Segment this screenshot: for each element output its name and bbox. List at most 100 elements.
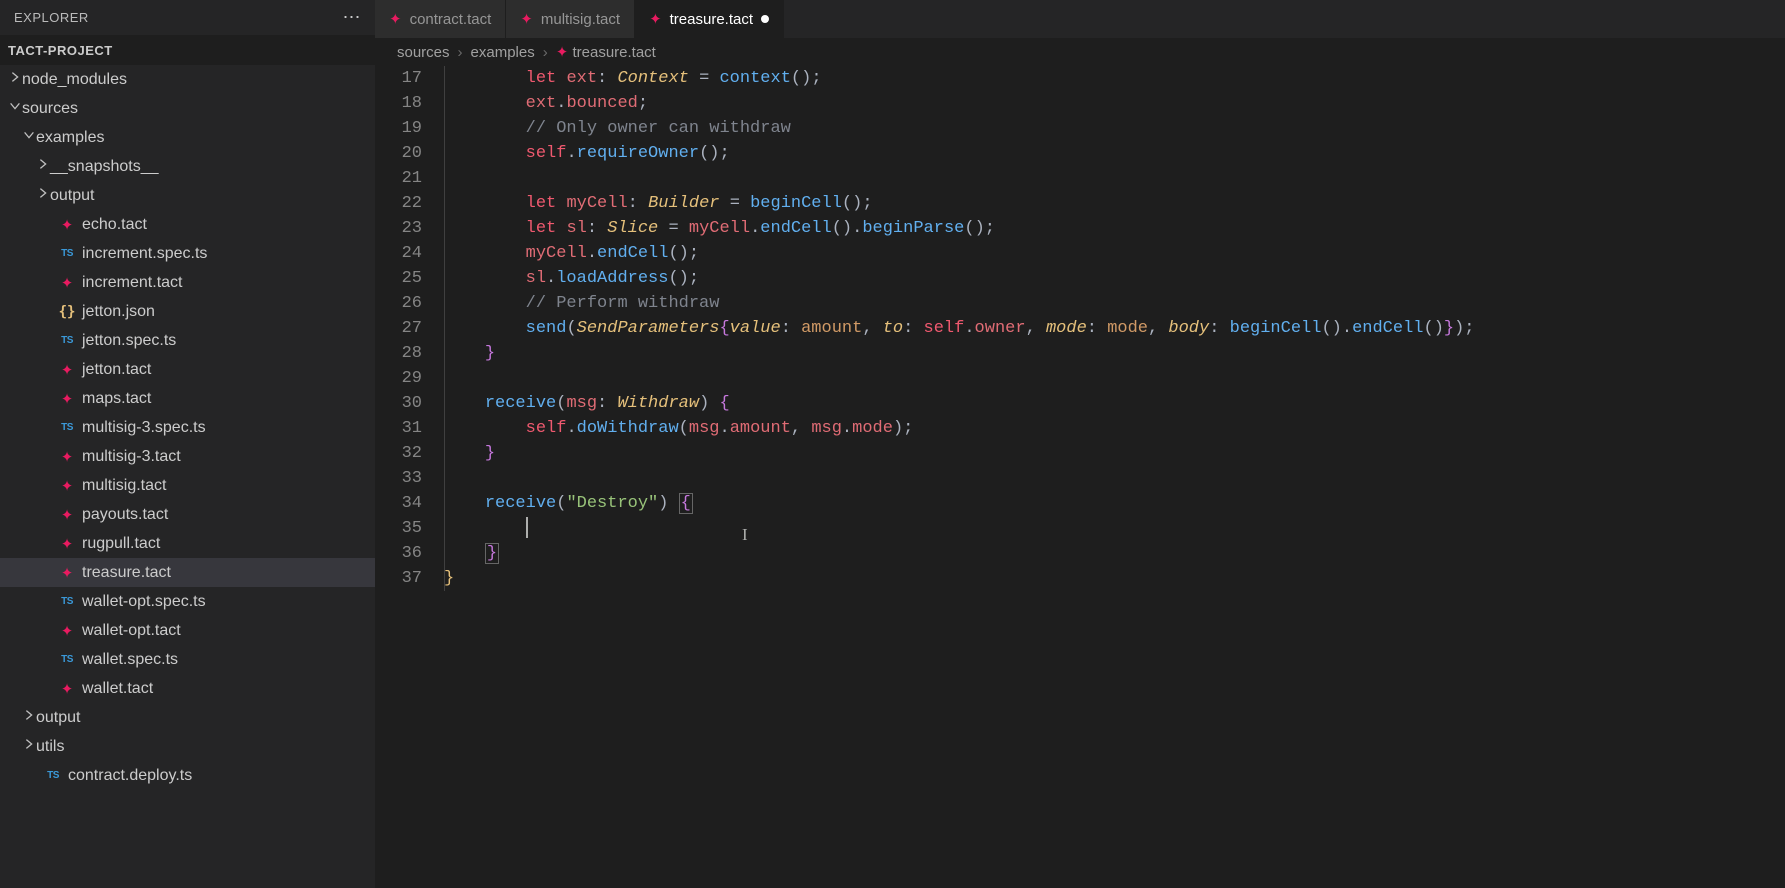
code-line[interactable]: let sl: Slice = myCell.endCell().beginPa… (444, 216, 1785, 241)
code-line[interactable] (444, 166, 1785, 191)
tree-item-label: output (36, 709, 80, 727)
breadcrumbs[interactable]: sources›examples›✦ treasure.tact (375, 38, 1785, 66)
line-number: 28 (375, 341, 422, 366)
chevron-right-icon (8, 70, 22, 89)
tree-file[interactable]: ✦wallet-opt.tact (0, 616, 375, 645)
editor-body[interactable]: 1718192021222324252627282930313233343536… (375, 66, 1785, 888)
tree-folder[interactable]: examples (0, 123, 375, 152)
typescript-file-icon: TS (61, 422, 73, 433)
editor-tab[interactable]: ✦treasure.tact (635, 0, 784, 38)
tree-item-label: multisig-3.tact (82, 448, 181, 466)
code-line[interactable]: receive(msg: Withdraw) { (444, 391, 1785, 416)
tab-label: contract.tact (410, 11, 492, 28)
line-number: 25 (375, 266, 422, 291)
tact-file-icon: ✦ (61, 680, 74, 698)
explorer-more-actions-icon[interactable]: ⋯ (343, 7, 362, 28)
tree-file[interactable]: TS jetton.spec.ts (0, 326, 375, 355)
tree-file[interactable]: ✦jetton.tact (0, 355, 375, 384)
tree-file[interactable]: TSmultisig-3.spec.ts (0, 413, 375, 442)
tree-item-label: increment.tact (82, 274, 182, 292)
tree-file[interactable]: TSincrement.spec.ts (0, 239, 375, 268)
line-number: 21 (375, 166, 422, 191)
code-line[interactable]: // Only owner can withdraw (444, 116, 1785, 141)
tact-file-icon: ✦ (61, 622, 74, 640)
line-number: 26 (375, 291, 422, 316)
tree-file[interactable]: ✦rugpull.tact (0, 529, 375, 558)
tree-folder[interactable]: sources (0, 94, 375, 123)
editor-area: ✦contract.tact✦multisig.tact✦treasure.ta… (375, 0, 1785, 888)
explorer-title: EXPLORER (14, 10, 89, 25)
code-line[interactable]: ext.bounced; (444, 91, 1785, 116)
tree-item-label: jetton.spec.ts (82, 332, 176, 350)
typescript-file-icon: TS (61, 248, 73, 259)
tact-file-icon: ✦ (61, 564, 74, 582)
tree-file[interactable]: ✦increment.tact (0, 268, 375, 297)
breadcrumb-item[interactable]: ✦ treasure.tact (556, 43, 656, 61)
tree-folder[interactable]: __snapshots__ (0, 152, 375, 181)
chevron-right-icon (36, 186, 50, 205)
tree-item-label: jetton.tact (82, 361, 151, 379)
tree-item-label: echo.tact (82, 216, 147, 234)
code-line[interactable]: } (444, 341, 1785, 366)
file-tree: node_modulessources examples __snapshots__… (0, 65, 375, 888)
tree-file[interactable]: TSwallet-opt.spec.ts (0, 587, 375, 616)
code-line[interactable]: receive("Destroy") { (444, 491, 1785, 516)
code-line[interactable]: // Perform withdraw (444, 291, 1785, 316)
tact-file-icon: ✦ (61, 390, 74, 408)
tree-file[interactable]: ✦wallet.tact (0, 674, 375, 703)
code-line[interactable]: self.doWithdraw(msg.amount, msg.mode); (444, 416, 1785, 441)
code-line[interactable]: } (444, 566, 1785, 591)
code-line[interactable]: } (444, 541, 1785, 566)
tree-file[interactable]: TScontract.deploy.ts (0, 761, 375, 790)
editor-tab[interactable]: ✦multisig.tact (506, 0, 635, 38)
tree-item-label: treasure.tact (82, 564, 171, 582)
breadcrumb-item[interactable]: examples (471, 44, 535, 61)
tree-file[interactable]: ✦maps.tact (0, 384, 375, 413)
tree-file[interactable]: TS wallet.spec.ts (0, 645, 375, 674)
tree-file[interactable]: {}jetton.json (0, 297, 375, 326)
tree-item-label: multisig.tact (82, 477, 166, 495)
dirty-indicator-icon (761, 15, 769, 23)
code-line[interactable] (444, 366, 1785, 391)
code-line[interactable]: let myCell: Builder = beginCell(); (444, 191, 1785, 216)
code-line[interactable]: } (444, 441, 1785, 466)
tree-folder[interactable]: node_modules (0, 65, 375, 94)
line-number: 33 (375, 466, 422, 491)
code-line[interactable]: let ext: Context = context(); (444, 66, 1785, 91)
tree-folder[interactable]: output (0, 703, 375, 732)
code-line[interactable] (444, 466, 1785, 491)
tact-file-icon: ✦ (61, 477, 74, 495)
tree-folder[interactable]: output (0, 181, 375, 210)
code-line[interactable]: myCell.endCell(); (444, 241, 1785, 266)
tree-item-label: output (50, 187, 94, 205)
editor-caret (526, 517, 528, 538)
line-number: 19 (375, 116, 422, 141)
tree-file[interactable]: ✦ multisig.tact (0, 471, 375, 500)
tree-file[interactable]: ✦payouts.tact (0, 500, 375, 529)
code-line[interactable]: sl.loadAddress(); (444, 266, 1785, 291)
tree-folder[interactable]: utils (0, 732, 375, 761)
tree-item-label: utils (36, 738, 64, 756)
tree-file[interactable]: ✦ echo.tact (0, 210, 375, 239)
typescript-file-icon: TS (61, 654, 73, 665)
editor-tabs: ✦contract.tact✦multisig.tact✦treasure.ta… (375, 0, 1785, 38)
tree-item-label: rugpull.tact (82, 535, 160, 553)
code-line[interactable] (444, 516, 1785, 541)
code-content[interactable]: I let ext: Context = context(); ext.boun… (440, 66, 1785, 888)
line-number: 18 (375, 91, 422, 116)
breadcrumb-item[interactable]: sources (397, 44, 450, 61)
code-line[interactable]: send(SendParameters{value: amount, to: s… (444, 316, 1785, 341)
project-name[interactable]: TACT-PROJECT (0, 35, 375, 65)
tree-item-label: wallet.spec.ts (82, 651, 178, 669)
json-file-icon: {} (59, 304, 76, 320)
code-line[interactable]: self.requireOwner(); (444, 141, 1785, 166)
line-number: 17 (375, 66, 422, 91)
editor-tab[interactable]: ✦contract.tact (375, 0, 506, 38)
line-number: 34 (375, 491, 422, 516)
line-number-gutter: 1718192021222324252627282930313233343536… (375, 66, 440, 888)
typescript-file-icon: TS (61, 335, 73, 346)
tree-file[interactable]: ✦ treasure.tact (0, 558, 375, 587)
tact-file-icon: ✦ (61, 216, 74, 234)
tree-item-label: examples (36, 129, 104, 147)
tree-file[interactable]: ✦multisig-3.tact (0, 442, 375, 471)
